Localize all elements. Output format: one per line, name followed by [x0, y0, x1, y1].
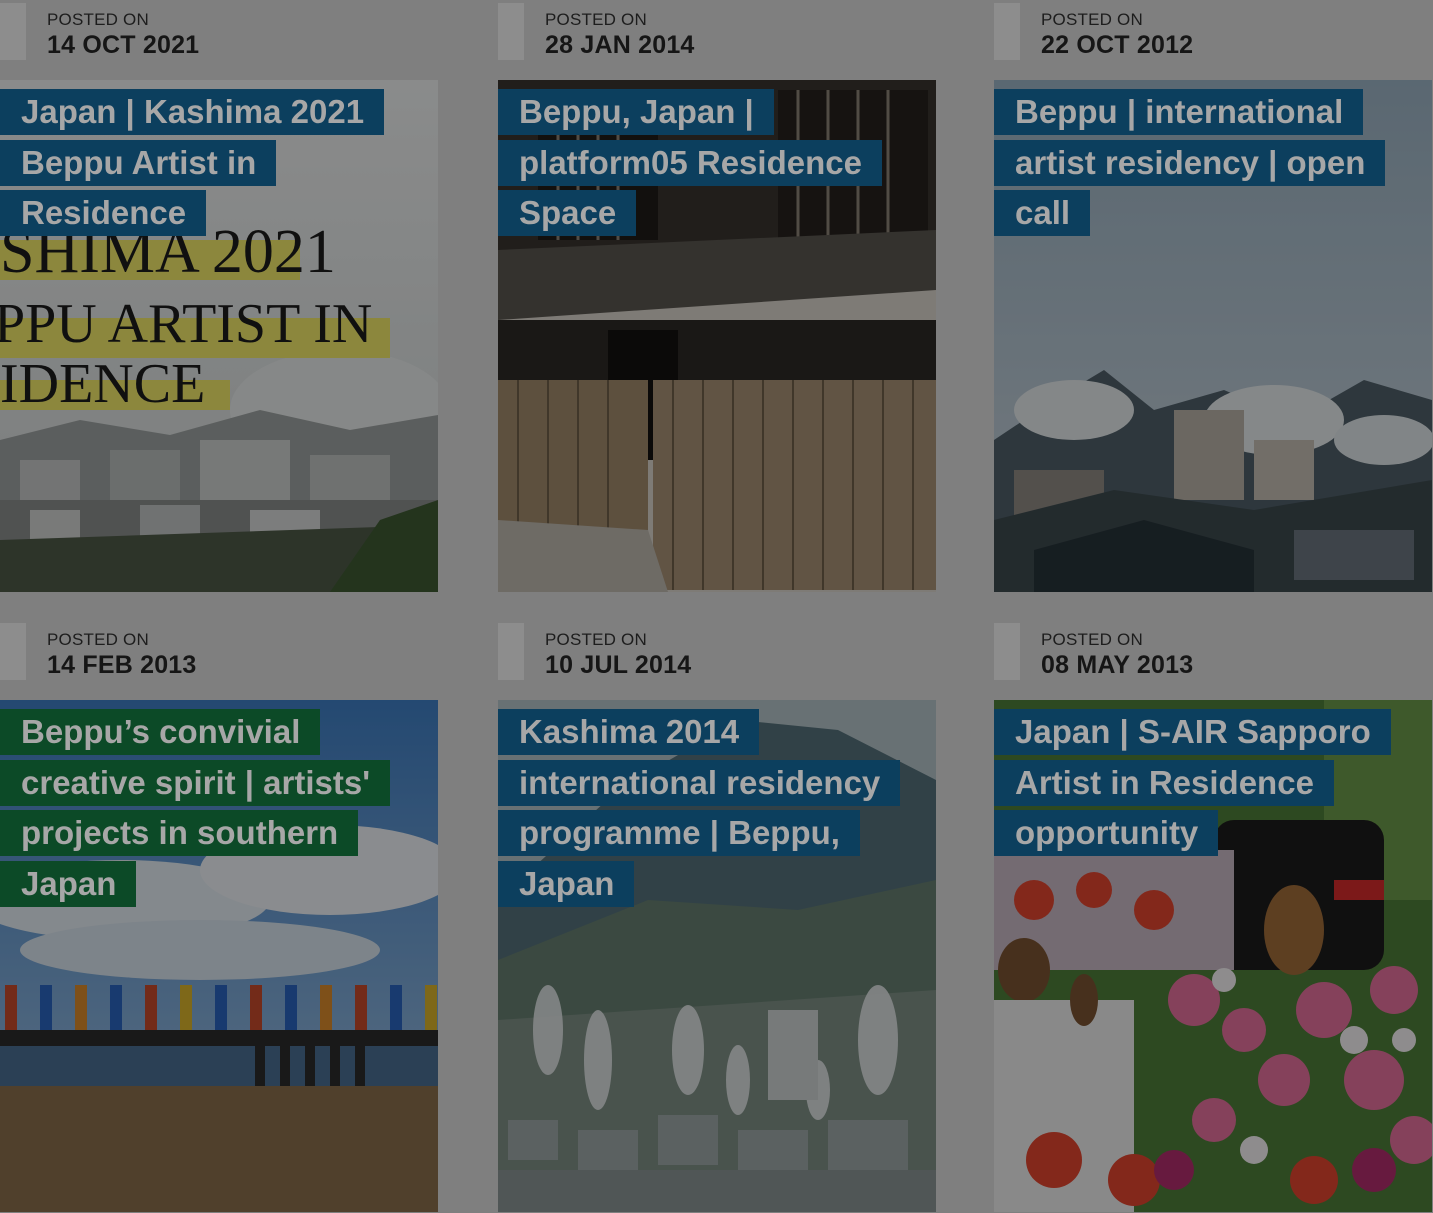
posted-on-label: POSTED ON	[47, 10, 149, 29]
post-meta: POSTED ON 22 OCT 2012	[994, 0, 1432, 80]
posted-on-label: POSTED ON	[545, 10, 647, 29]
post-meta: POSTED ON 14 FEB 2013	[0, 620, 438, 700]
post-grid: POSTED ON 14 OCT 2021 SHIMA 2021 PPU ART…	[0, 0, 1433, 1213]
post-card[interactable]: POSTED ON 28 JAN 2014 Beppu, Japan | pla…	[498, 0, 936, 592]
post-title[interactable]: Beppu’s convivial creative spirit | arti…	[0, 707, 410, 909]
post-title[interactable]: Japan | S-AIR Sapporo Artist in Residenc…	[994, 707, 1404, 859]
post-date: 14 FEB 2013	[47, 651, 197, 679]
post-card[interactable]: POSTED ON 10 JUL 2014 Kashima 2014 inter…	[498, 620, 936, 1212]
post-meta: POSTED ON 08 MAY 2013	[994, 620, 1432, 700]
post-card[interactable]: POSTED ON 14 FEB 2013 Beppu’s convivial …	[0, 620, 438, 1212]
post-thumbnail[interactable]: Kashima 2014 international residency pro…	[498, 700, 936, 1212]
post-date: 14 OCT 2021	[47, 31, 200, 59]
post-title[interactable]: Japan | Kashima 2021 Beppu Artist in Res…	[0, 87, 410, 239]
post-date: 10 JUL 2014	[545, 651, 692, 679]
post-date: 22 OCT 2012	[1041, 31, 1194, 59]
posted-on-label: POSTED ON	[1041, 10, 1143, 29]
post-card[interactable]: POSTED ON 22 OCT 2012 Beppu | internatio…	[994, 0, 1432, 592]
post-thumbnail[interactable]: Beppu, Japan | platform05 Residence Spac…	[498, 80, 936, 592]
posted-on-label: POSTED ON	[47, 630, 149, 649]
post-meta: POSTED ON 14 OCT 2021	[0, 0, 438, 80]
posted-on-label: POSTED ON	[1041, 630, 1143, 649]
post-title[interactable]: Beppu | international artist residency |…	[994, 87, 1404, 239]
post-thumbnail[interactable]: SHIMA 2021 PPU ARTIST IN IDENCE Japan | …	[0, 80, 438, 592]
post-title[interactable]: Beppu, Japan | platform05 Residence Spac…	[498, 87, 908, 239]
date-accent-bar	[0, 3, 26, 60]
date-accent-bar	[994, 623, 1020, 680]
post-meta: POSTED ON 28 JAN 2014	[498, 0, 936, 80]
post-date: 08 MAY 2013	[1041, 651, 1194, 679]
date-accent-bar	[0, 623, 26, 680]
date-accent-bar	[994, 3, 1020, 60]
post-meta: POSTED ON 10 JUL 2014	[498, 620, 936, 700]
post-date: 28 JAN 2014	[545, 31, 695, 59]
date-accent-bar	[498, 623, 524, 680]
post-thumbnail[interactable]: Japan | S-AIR Sapporo Artist in Residenc…	[994, 700, 1432, 1212]
date-accent-bar	[498, 3, 524, 60]
post-thumbnail[interactable]: Beppu | international artist residency |…	[994, 80, 1432, 592]
post-thumbnail[interactable]: Beppu’s convivial creative spirit | arti…	[0, 700, 438, 1212]
post-card[interactable]: POSTED ON 14 OCT 2021 SHIMA 2021 PPU ART…	[0, 0, 438, 592]
posted-on-label: POSTED ON	[545, 630, 647, 649]
post-title[interactable]: Kashima 2014 international residency pro…	[498, 707, 908, 909]
post-card[interactable]: POSTED ON 08 MAY 2013 Japan | S-AIR Sapp…	[994, 620, 1432, 1212]
